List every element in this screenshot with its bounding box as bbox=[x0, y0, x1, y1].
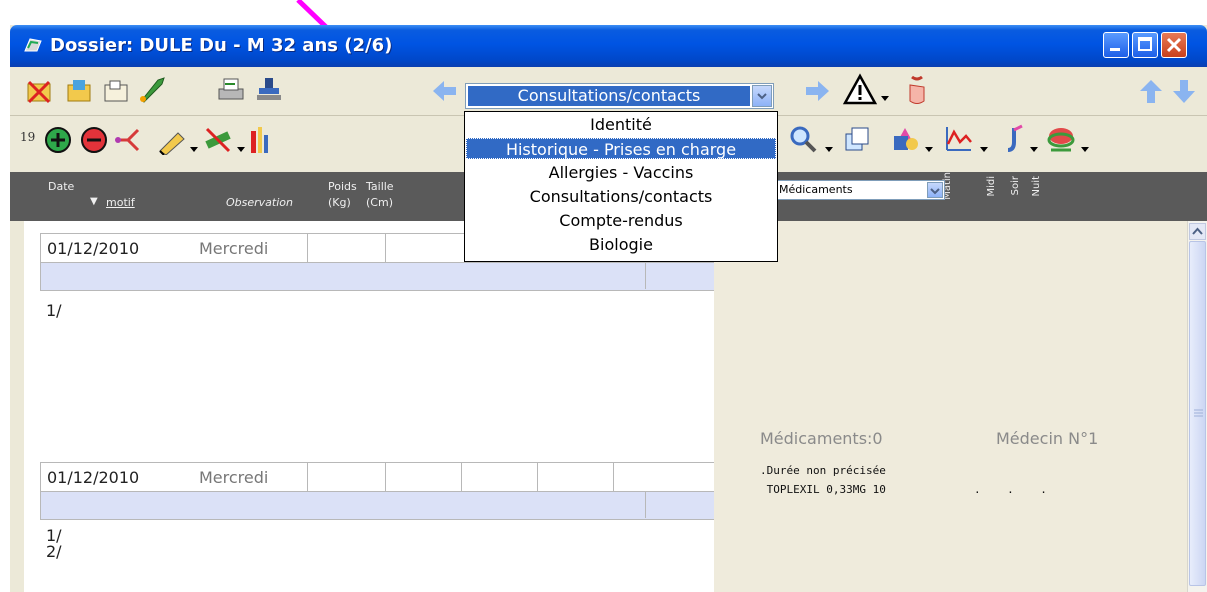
consultation-list: 01/12/2010 Mercredi 1/ 01/12/2010 Mercre… bbox=[24, 221, 714, 592]
header-nuit: Nuit bbox=[1031, 176, 1042, 197]
rocket-icon[interactable] bbox=[136, 74, 166, 104]
remove-icon[interactable] bbox=[79, 125, 109, 155]
maximize-button[interactable] bbox=[1132, 32, 1158, 58]
chevron-down-icon[interactable] bbox=[752, 85, 772, 107]
option-biologie[interactable]: Biologie bbox=[466, 234, 776, 255]
chart-icon[interactable] bbox=[944, 124, 974, 154]
reminder-icon[interactable] bbox=[902, 73, 932, 107]
consultation-note[interactable]: 1/ bbox=[46, 302, 62, 320]
warning-dropdown-icon[interactable] bbox=[881, 87, 889, 101]
option-consultations[interactable]: Consultations/contacts bbox=[466, 186, 776, 207]
minimize-button[interactable] bbox=[1103, 32, 1129, 58]
option-identite[interactable]: Identité bbox=[466, 114, 776, 135]
down-arrow-icon[interactable] bbox=[1170, 77, 1200, 107]
stamp-icon[interactable] bbox=[254, 75, 284, 105]
consultation-row[interactable]: 01/12/2010 Mercredi bbox=[40, 462, 714, 492]
header-motif[interactable]: motif bbox=[106, 196, 135, 209]
open-folder-icon[interactable] bbox=[65, 76, 95, 106]
window-title: Dossier: DULE Du - M 32 ans (2/6) bbox=[50, 35, 393, 56]
warning-icon[interactable] bbox=[842, 73, 878, 107]
delete-folder-icon[interactable] bbox=[25, 76, 55, 106]
consultation-day: Mercredi bbox=[199, 239, 269, 258]
consultation-note[interactable]: 2/ bbox=[46, 543, 62, 561]
scroll-up-button[interactable] bbox=[1189, 223, 1206, 240]
option-compte-rendus[interactable]: Compte-rendus bbox=[466, 210, 776, 231]
medications-count: Médicaments:0 bbox=[760, 429, 883, 448]
header-midi: Midi bbox=[986, 176, 997, 197]
close-button[interactable] bbox=[1161, 32, 1187, 58]
option-allergies[interactable]: Allergies - Vaccins bbox=[466, 162, 776, 183]
pen-dropdown-icon[interactable] bbox=[190, 138, 198, 152]
documents-icon[interactable] bbox=[842, 124, 872, 154]
stethoscope-icon[interactable] bbox=[1045, 124, 1075, 154]
add-icon[interactable] bbox=[43, 125, 73, 155]
section-dropdown-list: Identité Historique - Prises en charge A… bbox=[464, 111, 778, 262]
syringe-icon[interactable] bbox=[998, 124, 1028, 154]
header-observation[interactable]: Observation bbox=[226, 196, 293, 209]
up-arrow-icon[interactable] bbox=[1137, 77, 1167, 107]
split-icon[interactable] bbox=[114, 125, 144, 155]
app-icon bbox=[24, 37, 42, 53]
sort-down-icon[interactable]: ▼ bbox=[90, 196, 98, 207]
consultation-motif-band[interactable] bbox=[40, 492, 714, 520]
search-icon[interactable] bbox=[788, 124, 818, 154]
option-historique[interactable]: Historique - Prises en charge bbox=[466, 138, 776, 159]
header-soir: Soir bbox=[1010, 176, 1021, 196]
consultation-date: 01/12/2010 bbox=[47, 239, 140, 258]
prescription-panel: Médicaments:0 Médecin N°1 .Durée non pré… bbox=[714, 221, 1187, 592]
pen-icon[interactable] bbox=[156, 125, 186, 156]
folder-icon[interactable] bbox=[102, 76, 132, 106]
medications-select-value: Médicaments bbox=[779, 183, 853, 196]
scroll-thumb[interactable] bbox=[1189, 241, 1206, 586]
stethoscope-dropdown-icon[interactable] bbox=[1081, 138, 1089, 152]
consultation-motif-band[interactable] bbox=[40, 263, 714, 291]
chevron-down-icon[interactable] bbox=[927, 182, 943, 198]
search-dropdown-icon[interactable] bbox=[825, 138, 833, 152]
no-cigarette-icon[interactable] bbox=[203, 125, 233, 155]
prescription-drug[interactable]: TOPLEXIL 0,33MG 10 bbox=[760, 483, 886, 496]
forward-arrow-icon[interactable] bbox=[802, 77, 832, 107]
dosage-dots: . . . bbox=[974, 483, 1047, 496]
header-date[interactable]: Date bbox=[48, 180, 74, 193]
back-arrow-icon[interactable] bbox=[430, 77, 460, 107]
header-taille[interactable]: Taille bbox=[366, 180, 394, 193]
shapes-dropdown-icon[interactable] bbox=[925, 138, 933, 152]
no-cigarette-dropdown-icon[interactable] bbox=[237, 138, 245, 152]
print-icon[interactable] bbox=[215, 75, 245, 105]
title-bar[interactable]: Dossier: DULE Du - M 32 ans (2/6) bbox=[10, 25, 1207, 67]
header-poids[interactable]: Poids bbox=[328, 180, 357, 193]
header-poids-unit: (Kg) bbox=[328, 196, 351, 209]
doctor-number: Médecin N°1 bbox=[996, 429, 1099, 448]
header-taille-unit: (Cm) bbox=[366, 196, 393, 209]
consultation-date: 01/12/2010 bbox=[47, 468, 140, 487]
bars-icon[interactable] bbox=[250, 125, 270, 155]
chart-dropdown-icon[interactable] bbox=[980, 138, 988, 152]
consultation-day: Mercredi bbox=[199, 468, 269, 487]
shapes-icon[interactable] bbox=[890, 124, 920, 154]
vertical-scrollbar[interactable] bbox=[1187, 221, 1207, 592]
medications-select[interactable]: Médicaments bbox=[775, 180, 945, 200]
prescription-duration: .Durée non précisée bbox=[760, 464, 886, 477]
section-select[interactable]: Consultations/contacts bbox=[465, 83, 774, 109]
toolbar-counter: 19 bbox=[20, 130, 36, 144]
section-select-value: Consultations/contacts bbox=[468, 86, 750, 106]
syringe-dropdown-icon[interactable] bbox=[1030, 138, 1038, 152]
